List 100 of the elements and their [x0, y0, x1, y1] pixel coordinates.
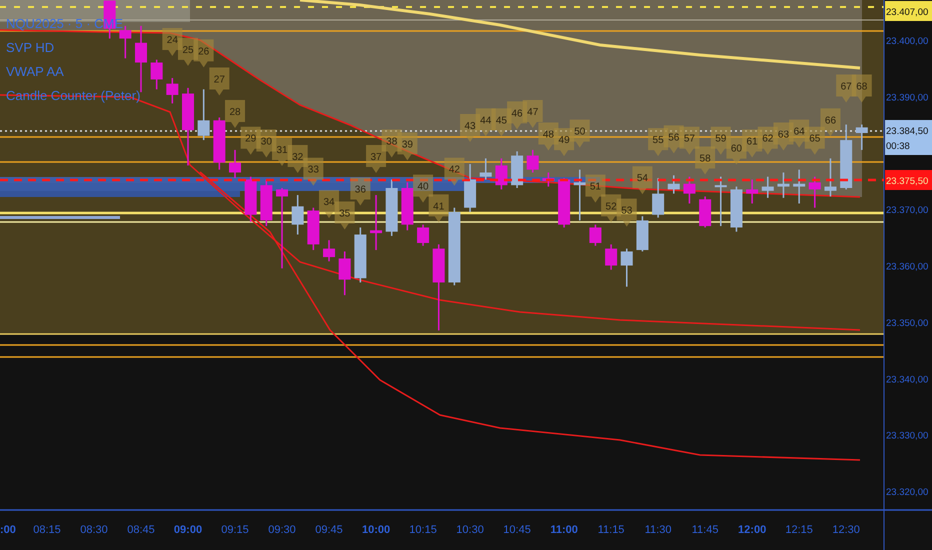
- candle: [244, 176, 257, 222]
- candle: [166, 78, 178, 104]
- time-tick-label: 11:45: [692, 524, 718, 536]
- last-price-text: 23.384,50: [886, 126, 928, 137]
- candle: [370, 195, 382, 250]
- candle: [542, 172, 554, 187]
- price-level-tag: 23.375,50: [885, 170, 932, 190]
- candle-counter-badge: 47: [522, 100, 543, 128]
- candle-counter-badge: 59: [710, 126, 731, 155]
- time-tick-label: 08:30: [80, 524, 108, 536]
- candle-counter-badge: 64: [789, 120, 810, 148]
- candle-counter-badge: 26: [194, 39, 214, 68]
- candle-counter-badge: 66: [820, 108, 840, 136]
- candle: [135, 26, 147, 92]
- candle: [605, 244, 618, 270]
- candle: [652, 178, 664, 218]
- candle-counter-badge: 68: [852, 74, 872, 103]
- time-tick-label: 12:15: [785, 524, 813, 536]
- time-tick-label: 09:00: [174, 524, 202, 536]
- time-tick-label: 09:15: [221, 524, 249, 536]
- candle-counter-badge: 39: [397, 132, 418, 160]
- time-tick-label: 12:30: [832, 524, 860, 536]
- time-tick-label: 09:30: [268, 524, 296, 536]
- candle: [229, 150, 241, 178]
- candle-counter-badge: 55: [648, 128, 668, 156]
- candle-counter-badge: 46: [507, 101, 528, 130]
- candle-counter-badge: 58: [695, 146, 716, 174]
- candle-counter-badge: 65: [804, 126, 825, 155]
- candle: [323, 240, 336, 262]
- time-tick-label: 10:45: [503, 524, 531, 536]
- candle: [620, 248, 633, 287]
- time-tick-label: 11:00: [550, 524, 578, 536]
- countdown-text: 00:38: [886, 141, 910, 152]
- candle-counter-badge: 27: [209, 68, 230, 96]
- candle-counter-badge: 52: [601, 194, 622, 222]
- time-tick-label: 08:45: [127, 524, 155, 536]
- candle: [198, 89, 210, 140]
- candle: [762, 176, 774, 198]
- candle: [558, 178, 570, 228]
- candle: [307, 208, 320, 250]
- price-tick-label: 23.360,00: [886, 262, 928, 273]
- candle: [526, 150, 539, 172]
- legend-text: SVP HD: [6, 40, 54, 55]
- candle-counter-badge: 42: [444, 158, 464, 186]
- candle-counter-badge: 54: [632, 166, 652, 194]
- legend-text: VWAP AA: [6, 64, 64, 79]
- time-tick-label: 08:15: [33, 524, 61, 536]
- candle-counter-badge: 37: [366, 145, 386, 174]
- candle-counter-badge: 36: [350, 177, 370, 206]
- candle-counter-badge: 34: [319, 190, 340, 218]
- candle-counter-badge: 31: [272, 138, 292, 166]
- candle: [464, 164, 476, 212]
- candle-counter-badge: 57: [679, 126, 700, 155]
- price-tick-label: 23.390,00: [886, 92, 928, 104]
- candle-counter-badge: 41: [428, 194, 449, 222]
- time-tick-label: 10:15: [409, 524, 437, 536]
- candle: [213, 118, 226, 170]
- candle: [495, 158, 508, 190]
- candle-counter-badge: 53: [616, 198, 637, 227]
- candle-counter-badge: 43: [460, 114, 480, 142]
- candle: [511, 151, 524, 188]
- candle: [150, 60, 163, 90]
- price-tick-label: 23.400,00: [886, 36, 928, 47]
- time-tick-label: 10:00: [362, 524, 390, 536]
- candle: [401, 182, 414, 230]
- candle-counter-badge: 61: [742, 130, 762, 158]
- candle-counter-badge: 49: [554, 128, 574, 156]
- candle-counter-badge: 62: [758, 126, 778, 155]
- candle-counter-badge: 60: [726, 136, 746, 165]
- candle-counter-badge: 45: [491, 108, 512, 136]
- candle-counter-badge: 35: [334, 201, 355, 230]
- candle-counter-badge: 50: [570, 120, 590, 148]
- candle-counter-badge: 56: [664, 125, 684, 154]
- candle: [668, 175, 680, 194]
- candle: [714, 176, 727, 226]
- candle: [808, 176, 821, 208]
- candle: [260, 180, 272, 226]
- time-tick-label: 09:45: [315, 524, 343, 536]
- time-tick-label: 11:15: [598, 524, 624, 536]
- candle: [480, 158, 492, 180]
- candle: [777, 172, 790, 198]
- candle-counter-badge: 25: [178, 38, 198, 66]
- candle: [386, 180, 398, 236]
- candle-counter-badge: 48: [538, 122, 558, 150]
- time-tick-label: 10:30: [456, 524, 484, 536]
- time-tick-label: :00: [0, 524, 16, 536]
- candle-counter-badge: 32: [288, 145, 308, 174]
- price-tick-label: 23.370,00: [886, 205, 928, 216]
- candle: [354, 227, 366, 282]
- candle: [683, 176, 696, 204]
- candle: [338, 251, 351, 296]
- price-tick-label: 23.340,00: [886, 374, 928, 386]
- candle-counter-badge: 40: [413, 174, 434, 203]
- candle: [793, 170, 806, 204]
- candle: [856, 124, 868, 150]
- candle: [746, 180, 758, 204]
- price-tick-label: 23.330,00: [886, 430, 928, 442]
- candle-counter-badge: 33: [303, 158, 324, 186]
- candle: [574, 170, 586, 220]
- candle: [840, 124, 852, 190]
